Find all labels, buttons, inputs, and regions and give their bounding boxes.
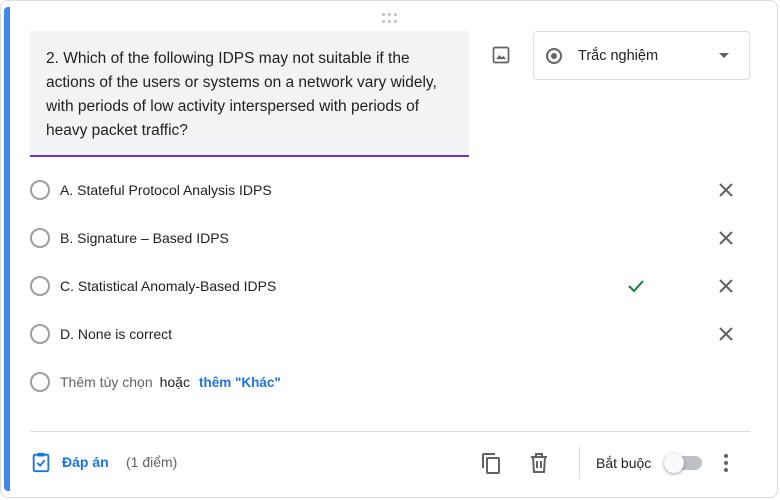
- close-icon[interactable]: [716, 276, 736, 296]
- question-card: 2. Which of the following IDPS may not s…: [0, 0, 778, 498]
- close-icon[interactable]: [716, 324, 736, 344]
- question-footer: Đáp án (1 điểm) Bắt buộc: [30, 441, 750, 485]
- radio-icon: [30, 228, 50, 248]
- options-list: A. Stateful Protocol Analysis IDPS B. Si…: [30, 166, 750, 406]
- chevron-down-icon: [719, 53, 729, 58]
- answer-key-label: Đáp án: [62, 454, 109, 470]
- required-toggle[interactable]: [664, 453, 702, 473]
- radio-icon: [30, 324, 50, 344]
- option-row-b[interactable]: B. Signature – Based IDPS: [30, 214, 750, 262]
- footer-divider: [30, 431, 750, 432]
- duplicate-icon[interactable]: [479, 451, 503, 475]
- add-image-button[interactable]: [487, 41, 515, 69]
- or-text: hoặc: [159, 374, 190, 390]
- option-row-a[interactable]: A. Stateful Protocol Analysis IDPS: [30, 166, 750, 214]
- more-vert-icon[interactable]: [718, 451, 734, 475]
- trash-icon[interactable]: [527, 451, 551, 475]
- option-row-d[interactable]: D. None is correct: [30, 310, 750, 358]
- radio-icon: [30, 276, 50, 296]
- add-option-row: Thêm tùy chọn hoặc thêm "Khác": [30, 358, 750, 406]
- question-title-field[interactable]: 2. Which of the following IDPS may not s…: [30, 31, 469, 157]
- option-row-c[interactable]: C. Statistical Anomaly-Based IDPS: [30, 262, 750, 310]
- active-card-indicator: [4, 7, 10, 491]
- toggle-knob: [664, 453, 684, 473]
- add-other-link[interactable]: thêm "Khác": [199, 375, 281, 390]
- question-type-label: Trắc nghiệm: [578, 47, 659, 64]
- answer-key-button[interactable]: Đáp án: [30, 451, 109, 473]
- question-type-dropdown[interactable]: Trắc nghiệm: [533, 31, 750, 80]
- question-text[interactable]: 2. Which of the following IDPS may not s…: [46, 47, 453, 143]
- radio-button-icon: [546, 47, 562, 64]
- checkmark-icon: [626, 276, 646, 296]
- drag-handle-icon[interactable]: [382, 13, 398, 23]
- radio-icon: [30, 372, 50, 392]
- required-label: Bắt buộc: [596, 455, 652, 471]
- option-label[interactable]: A. Stateful Protocol Analysis IDPS: [60, 182, 272, 198]
- option-label[interactable]: D. None is correct: [60, 326, 172, 342]
- radio-icon: [30, 180, 50, 200]
- close-icon[interactable]: [716, 180, 736, 200]
- option-label[interactable]: C. Statistical Anomaly-Based IDPS: [60, 278, 276, 294]
- option-label[interactable]: B. Signature – Based IDPS: [60, 230, 229, 246]
- points-label: (1 điểm): [126, 454, 178, 470]
- footer-vertical-divider: [579, 447, 580, 479]
- add-option-input[interactable]: Thêm tùy chọn: [60, 374, 153, 390]
- clipboard-check-icon: [32, 452, 50, 473]
- image-icon: [492, 46, 510, 64]
- close-icon[interactable]: [716, 228, 736, 248]
